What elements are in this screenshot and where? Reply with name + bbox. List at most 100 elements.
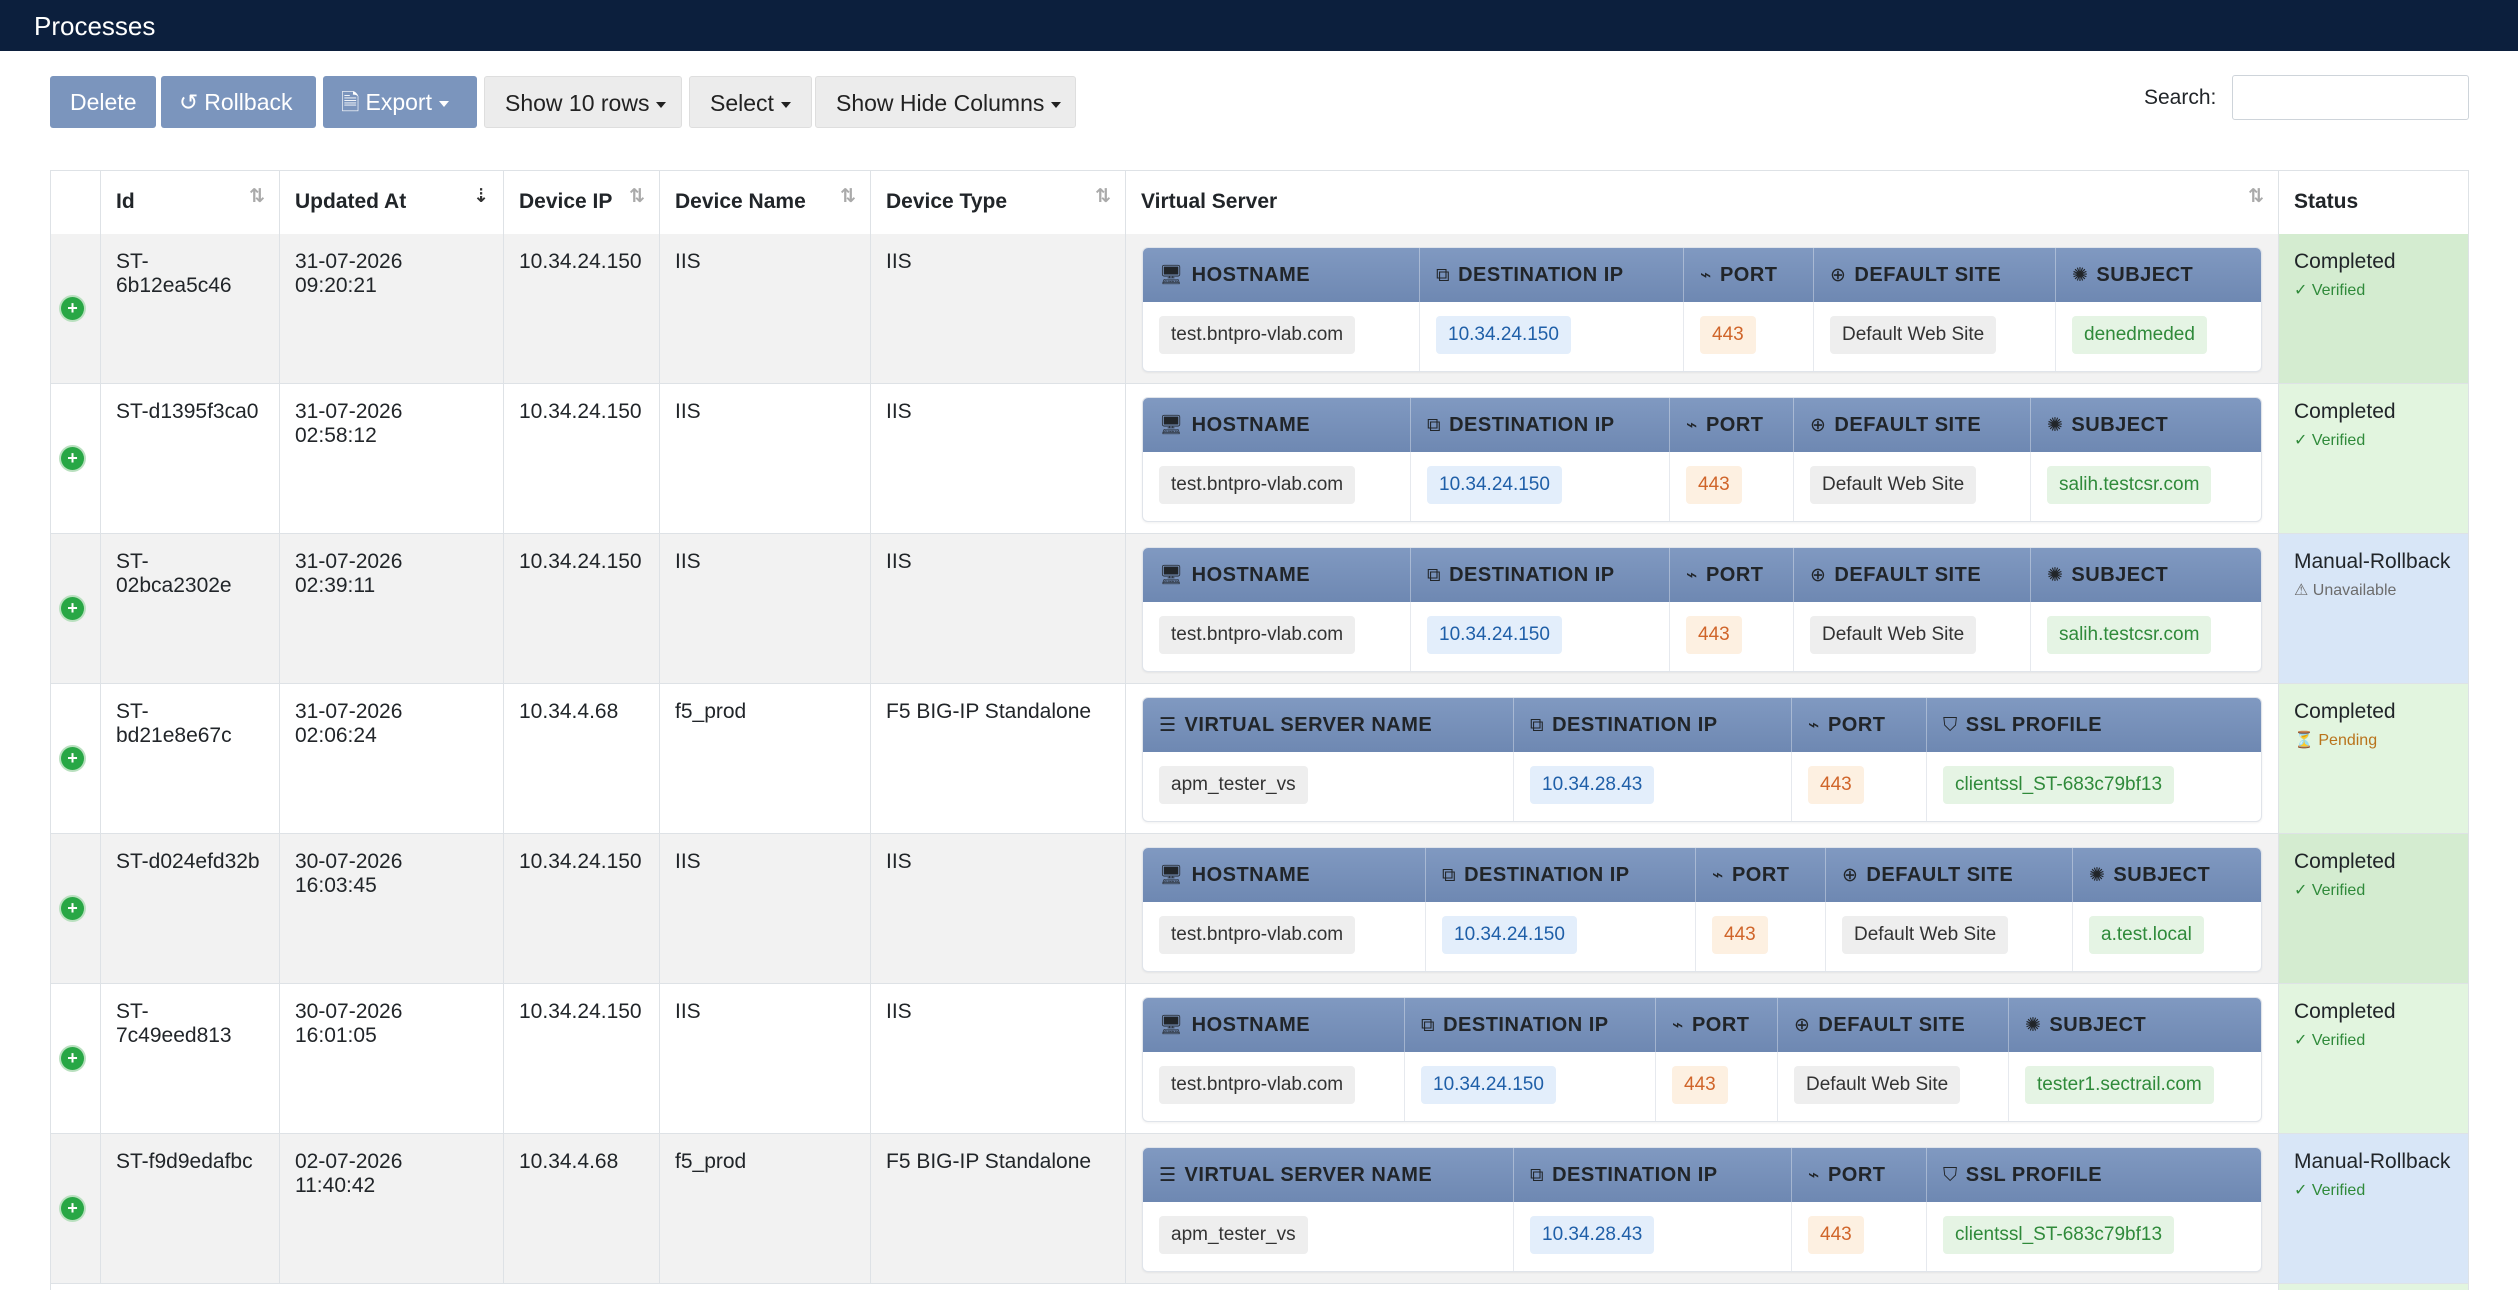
rows-per-page-dropdown[interactable]: Show 10 rows <box>484 76 682 128</box>
vs-value-cell: 443 <box>1670 602 1794 671</box>
vs-header-label: DEFAULT SITE <box>1834 414 1982 436</box>
table-row: + ST-7c49eed813 30-07-2026 16:01:05 10.34.2… <box>51 984 2468 1134</box>
cell-device-ip: 10.34.24.150 <box>504 984 660 1133</box>
chevron-down-icon <box>1051 101 1062 108</box>
network-icon: ⧉ <box>1530 715 1545 736</box>
vs-value-pill: salih.testcsr.com <box>2047 466 2212 504</box>
certificate-icon: ✺ <box>2047 565 2064 586</box>
certificate-icon: ✺ <box>2089 865 2106 886</box>
header-device-name[interactable]: Device Name ⇅ <box>660 171 871 234</box>
header-device-ip[interactable]: Device IP ⇅ <box>504 171 660 234</box>
expand-row-icon[interactable]: + <box>61 447 84 470</box>
column-visibility-dropdown[interactable]: Show Hide Columns <box>815 76 1076 128</box>
cell-device-ip-text: 10.34.24.150 <box>519 400 642 423</box>
globe-icon: ⊕ <box>1794 1015 1811 1036</box>
cell-device-ip: 10.34.24.150 <box>504 534 660 683</box>
vs-value-cell: Default Web Site <box>1794 602 2031 671</box>
expand-row-icon[interactable]: + <box>61 747 84 770</box>
header-updated-at[interactable]: Updated At ⇣ <box>280 171 504 234</box>
status-badge: ⏳ Pending <box>2294 732 2378 749</box>
cell-device-name: IIS <box>660 384 871 533</box>
cell-id: ST-6b12ea5c46 <box>101 234 280 383</box>
cell-device-type: IIS <box>871 534 1126 683</box>
status-text: Completed <box>2294 700 2396 723</box>
vs-header-cell: ✺ SUBJECT <box>2073 848 2261 902</box>
vs-header-label: HOSTNAME <box>1191 414 1311 436</box>
cell-id-text: ST-6b12ea5c46 <box>116 250 232 297</box>
cell-virtual-server: 🖥 HOSTNAME test.bntpro-vlab.com ⧉ DESTINATIO… <box>1126 234 2279 383</box>
vs-header-cell: ⧉ DESTINATION IP <box>1405 998 1656 1052</box>
vs-header-cell: ⌁ PORT <box>1792 698 1927 752</box>
vs-value-pill: apm_tester_vs <box>1159 766 1308 804</box>
vs-header-cell: ⧉ DESTINATION IP <box>1411 548 1670 602</box>
cell-virtual-server: 🖥 HOSTNAME test.bntpro-vlab.com ⧉ DESTINATIO… <box>1126 984 2279 1133</box>
expand-row-icon[interactable]: + <box>61 1197 84 1220</box>
table-row: + ST-02bca2302e 31-07-2026 02:39:11 10.34.2… <box>51 534 2468 684</box>
vs-header-label: HOSTNAME <box>1191 264 1311 286</box>
status-badge: ✓ Verified <box>2294 282 2366 299</box>
status-text: Completed <box>2294 1000 2396 1023</box>
vs-header-cell: ⧉ DESTINATION IP <box>1420 248 1684 302</box>
vs-value-cell: 10.34.28.43 <box>1514 752 1792 821</box>
sort-icon: ⇅ <box>249 186 265 207</box>
cell-updated-at-text: 30-07-2026 16:03:45 <box>295 850 403 897</box>
network-icon: ⧉ <box>1442 865 1457 886</box>
chevron-down-icon <box>656 101 667 108</box>
select-dropdown[interactable]: Select <box>689 76 812 128</box>
cell-status: Manual-Rollback ✓ Verified <box>2279 1134 2468 1283</box>
vs-header-cell: 🖥 HOSTNAME <box>1143 998 1405 1052</box>
cell-device-type: IIS <box>871 234 1126 383</box>
table-header: Id ⇅ Updated At ⇣ Device IP ⇅ Device Nam… <box>51 171 2468 236</box>
status-badge: ✓ Verified <box>2294 882 2366 899</box>
cell-id-text: ST-f9d9edafbc <box>116 1150 253 1173</box>
header-label: Id <box>116 190 135 213</box>
vs-value-cell: clientssl_ST-683c79bf13 <box>1927 752 2261 821</box>
vs-value-cell: Default Web Site <box>1826 902 2073 971</box>
cell-status <box>2279 1284 2468 1290</box>
certificate-icon: ✺ <box>2072 265 2089 286</box>
expand-row-icon[interactable]: + <box>61 1047 84 1070</box>
undo-icon: ↺ <box>179 89 199 115</box>
vs-header-cell: ⧉ DESTINATION IP <box>1514 698 1792 752</box>
expand-row-icon[interactable]: + <box>61 597 84 620</box>
plug-icon: ⌁ <box>1712 865 1724 886</box>
expand-row-icon[interactable]: + <box>61 897 84 920</box>
vs-value-cell: Default Web Site <box>1778 1052 2009 1121</box>
header-device-type[interactable]: Device Type ⇅ <box>871 171 1126 234</box>
header-virtual-server[interactable]: Virtual Server ⇅ <box>1126 171 2279 234</box>
expand-row-icon[interactable]: + <box>61 297 84 320</box>
vs-header-cell: ⌁ PORT <box>1792 1148 1927 1202</box>
cell-updated-at-text: 31-07-2026 02:39:11 <box>295 550 403 597</box>
cell-virtual-server: 🖥 HOSTNAME test.bntpro-vlab.com ⧉ DESTINATIO… <box>1126 534 2279 683</box>
header-id[interactable]: Id ⇅ <box>101 171 280 234</box>
vs-header-label: SUBJECT <box>2096 264 2194 286</box>
delete-button[interactable]: Delete <box>50 76 156 128</box>
vs-value-pill: Default Web Site <box>1794 1066 1961 1104</box>
cell-device-type-text: F5 BIG-IP Standalone <box>886 1150 1092 1173</box>
delete-label: Delete <box>70 89 137 115</box>
search-input[interactable] <box>2232 75 2469 120</box>
cell-device-name: f5_prod <box>660 1134 871 1283</box>
sort-icon: ⇅ <box>629 186 645 207</box>
rollback-button[interactable]: ↺ Rollback <box>161 76 316 128</box>
export-button[interactable]: 🗎 Export <box>323 76 477 128</box>
vs-header-label: DESTINATION IP <box>1458 264 1624 286</box>
cell-expand: + <box>51 684 101 833</box>
vs-value-cell: 443 <box>1670 452 1794 521</box>
cell-status: Completed ✓ Verified <box>2279 834 2468 983</box>
vs-header-label: PORT <box>1827 714 1886 736</box>
plug-icon: ⌁ <box>1808 715 1820 736</box>
sort-icon: ⇅ <box>1095 186 1111 207</box>
cell-virtual-server: ☰ VIRTUAL SERVER NAME apm_tester_vs ⧉ DESTIN… <box>1126 684 2279 833</box>
cell-device-type: F5 BIG-IP Standalone <box>871 684 1126 833</box>
virtual-server-card: 🖥 HOSTNAME test.bntpro-vlab.com ⧉ DESTINATIO… <box>1142 997 2262 1122</box>
vs-header-cell: ⌁ PORT <box>1670 398 1794 452</box>
vs-value-pill: test.bntpro-vlab.com <box>1159 1066 1356 1104</box>
monitor-icon: 🖥 <box>1159 415 1184 436</box>
monitor-icon: 🖥 <box>1159 865 1184 886</box>
vs-value-cell: tester1.sectrail.com <box>2009 1052 2261 1121</box>
cell-device-ip-text: 10.34.4.68 <box>519 700 619 723</box>
vs-value-cell: 443 <box>1696 902 1826 971</box>
file-export-icon: 🗎 <box>341 89 360 115</box>
cell-device-ip: 10.34.4.68 <box>504 1134 660 1283</box>
